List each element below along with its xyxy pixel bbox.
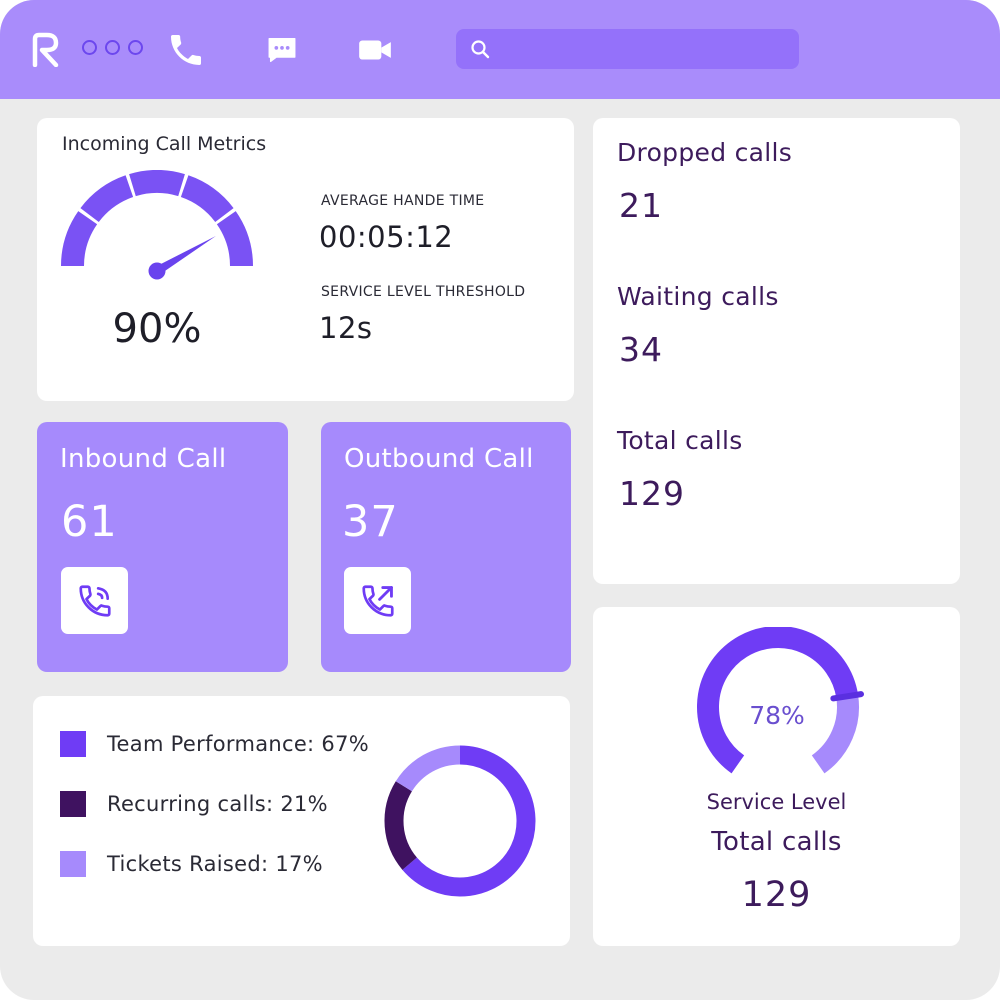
inbound-call-value: 61	[61, 497, 118, 547]
search-input[interactable]	[500, 35, 790, 63]
more-dots-icon[interactable]	[82, 40, 143, 55]
incoming-call-button[interactable]	[61, 567, 128, 634]
service-total-calls-label: Total calls	[711, 827, 842, 857]
gauge-segment	[61, 211, 98, 266]
outbound-call-title: Outbound Call	[344, 444, 534, 474]
phone-icon[interactable]	[166, 30, 206, 70]
outgoing-call-button[interactable]	[344, 567, 411, 634]
top-bar	[0, 0, 1000, 99]
gauge-segment	[80, 175, 134, 222]
waiting-calls-value: 34	[619, 330, 663, 369]
donut-slice-tickets-raised	[395, 745, 461, 792]
service-total-calls-value: 129	[741, 875, 812, 915]
gauge-percent: 90%	[112, 306, 202, 352]
video-icon[interactable]	[355, 30, 395, 70]
incoming-call-icon	[78, 584, 111, 617]
breakdown-donut-chart	[384, 745, 536, 897]
gauge-segment	[129, 170, 185, 197]
avg-handle-time-value: 00:05:12	[319, 220, 454, 254]
inbound-call-card[interactable]: Inbound Call 61	[37, 422, 288, 672]
legend-swatch	[60, 731, 86, 757]
service-level-label: Service Level	[706, 790, 847, 814]
dropped-calls-label: Dropped calls	[617, 138, 793, 167]
donut-slice-recurring-calls	[384, 781, 418, 870]
legend-swatch	[60, 791, 86, 817]
call-totals-card: Dropped calls 21 Waiting calls 34 Total …	[593, 118, 960, 584]
sla-threshold-label: SERVICE LEVEL THRESHOLD	[321, 284, 526, 300]
legend-swatch	[60, 851, 86, 877]
outbound-call-card[interactable]: Outbound Call 37	[321, 422, 571, 672]
performance-breakdown-card: Team Performance: 67% Recurring calls: 2…	[33, 696, 570, 946]
service-level-marker	[830, 691, 865, 702]
gauge-segment	[216, 211, 253, 266]
legend-label: Tickets Raised: 17%	[107, 852, 323, 876]
dashboard-frame: Incoming Call Metrics 90% AVERAGE HANDE …	[0, 0, 1000, 1000]
total-calls-value: 129	[619, 474, 685, 513]
logo-icon[interactable]	[30, 31, 60, 67]
legend-item-team-performance: Team Performance: 67%	[60, 731, 369, 757]
waiting-calls-label: Waiting calls	[617, 282, 779, 311]
legend-label: Team Performance: 67%	[107, 732, 369, 756]
search-bar[interactable]	[456, 29, 799, 69]
gauge-segment	[180, 175, 234, 222]
chat-icon[interactable]	[262, 30, 302, 70]
legend-item-tickets-raised: Tickets Raised: 17%	[60, 851, 323, 877]
gauge-needle-hub	[148, 262, 166, 280]
gauge-needle	[148, 236, 216, 280]
service-level-card: 78% Service Level Total calls 129	[593, 607, 960, 946]
legend-item-recurring-calls: Recurring calls: 21%	[60, 791, 328, 817]
inbound-call-title: Inbound Call	[60, 444, 227, 474]
search-icon	[471, 40, 490, 59]
card-title: Incoming Call Metrics	[62, 133, 267, 155]
sla-threshold-value: 12s	[319, 311, 373, 345]
total-calls-label: Total calls	[617, 426, 743, 455]
incoming-call-metrics-card: Incoming Call Metrics 90% AVERAGE HANDE …	[37, 118, 574, 401]
legend-label: Recurring calls: 21%	[107, 792, 328, 816]
outgoing-call-icon	[361, 584, 394, 617]
service-level-percent: 78%	[749, 701, 805, 730]
dropped-calls-value: 21	[619, 186, 663, 225]
speed-gauge	[61, 170, 253, 280]
avg-handle-time-label: AVERAGE HANDE TIME	[321, 193, 485, 209]
outbound-call-value: 37	[342, 497, 399, 547]
